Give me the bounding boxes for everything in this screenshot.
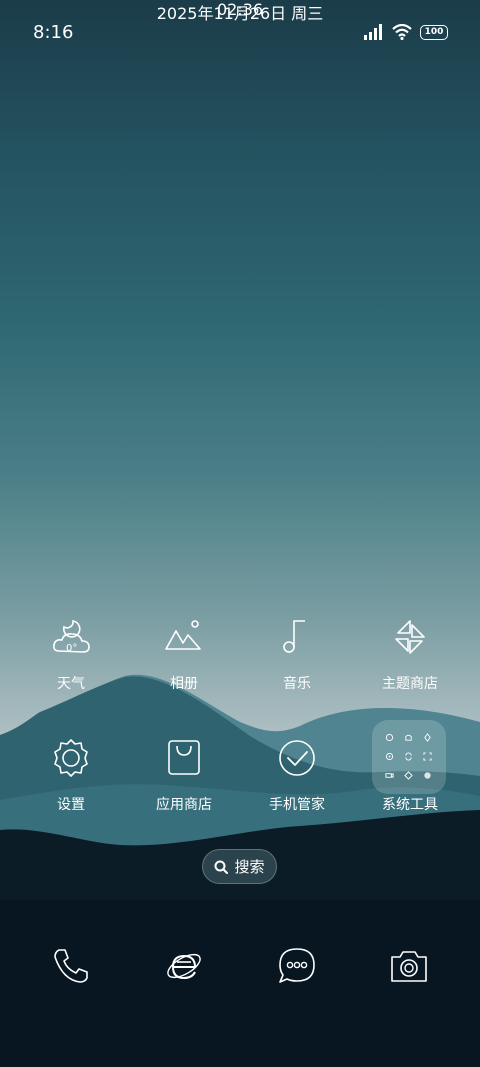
search-label: 搜索 <box>234 858 265 876</box>
app-label: 音乐 <box>283 676 311 692</box>
app-label: 天气 <box>57 676 85 692</box>
gallery-icon <box>165 620 201 650</box>
app-label: 应用商店 <box>156 797 212 813</box>
app-settings[interactable]: 设置 <box>11 738 131 828</box>
app-app-store[interactable]: 应用商店 <box>124 738 244 828</box>
messages-icon[interactable] <box>277 946 317 986</box>
status-icons: 100 <box>364 24 448 40</box>
settings-icon <box>54 739 88 777</box>
battery-level: 100 <box>424 26 444 37</box>
app-label: 主题商店 <box>382 676 438 692</box>
app-theme-store[interactable]: 主题商店 <box>350 617 470 707</box>
theme-store-icon <box>395 620 425 654</box>
phone-icon[interactable] <box>51 946 91 986</box>
app-store-icon <box>168 740 200 775</box>
clock-date: 2025年11月26日 周三 <box>156 4 324 23</box>
phone-manager-icon <box>279 740 315 776</box>
search-icon <box>214 860 229 874</box>
battery-icon: 100 <box>420 24 448 40</box>
wallpaper-landscape <box>0 674 480 1067</box>
music-icon <box>283 620 305 653</box>
status-time: 8:16 <box>33 22 74 43</box>
app-system-tools[interactable]: 系统工具 <box>350 738 470 828</box>
search-button[interactable]: 搜索 <box>202 849 277 884</box>
signal-icon <box>364 24 382 40</box>
app-music[interactable]: 音乐 <box>237 617 357 707</box>
app-label: 相册 <box>170 676 198 692</box>
app-phone-manager[interactable]: 手机管家 <box>237 738 357 828</box>
app-label: 手机管家 <box>269 797 325 813</box>
app-label: 系统工具 <box>382 797 438 813</box>
browser-icon[interactable] <box>164 946 204 986</box>
camera-icon[interactable] <box>389 946 429 986</box>
app-label: 设置 <box>57 797 85 813</box>
app-gallery[interactable]: 相册 <box>124 617 244 707</box>
weather-icon: 0° <box>53 620 90 654</box>
weather-icon-temp: 0° <box>66 643 77 654</box>
app-weather[interactable]: 0° 天气 <box>11 617 131 707</box>
wifi-icon <box>392 24 412 40</box>
